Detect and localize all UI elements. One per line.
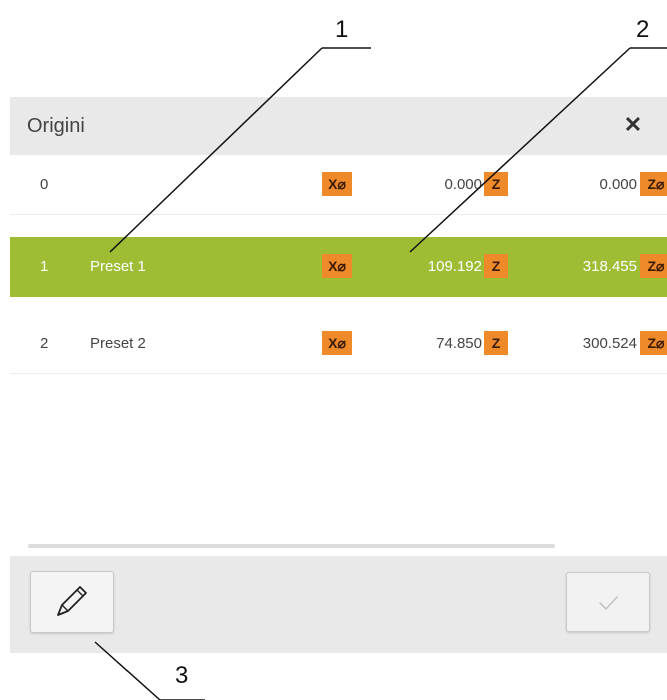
callout-number-1: 1 (335, 16, 349, 43)
callout-number-3: 3 (175, 662, 189, 689)
callout-line-2 (409, 47, 631, 253)
callout-lines (94, 47, 667, 700)
callout-line-1 (109, 47, 323, 253)
callout-line-3 (94, 641, 161, 700)
callout-number-2: 2 (636, 16, 650, 43)
